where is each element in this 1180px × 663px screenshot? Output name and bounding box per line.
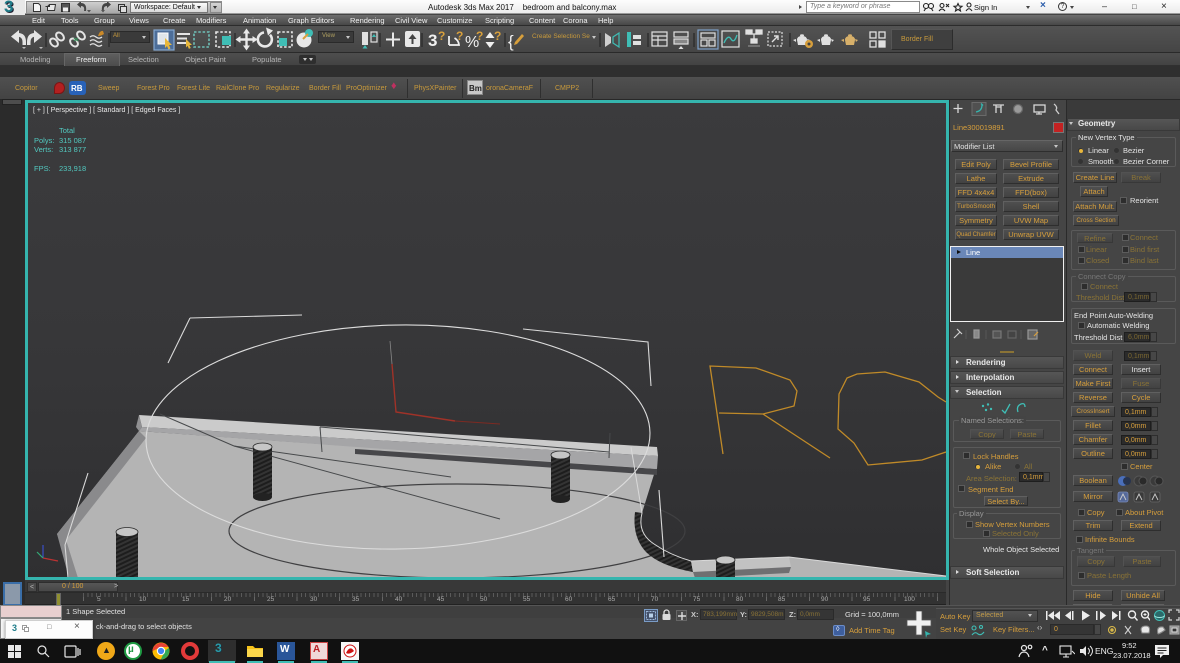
- svg-text:FPS:: FPS:: [34, 164, 51, 173]
- svg-text:{: {: [508, 32, 514, 51]
- svg-text:Total: Total: [59, 126, 75, 135]
- svg-text:?: ?: [438, 29, 445, 43]
- svg-text:315 087: 315 087: [59, 136, 86, 145]
- svg-text:?: ?: [456, 29, 463, 43]
- svg-text:[ + ] [ Perspective ] [ Standa: [ + ] [ Perspective ] [ Standard ] [ Edg…: [33, 107, 180, 114]
- svg-text:Polys:: Polys:: [34, 136, 54, 145]
- svg-text:3: 3: [428, 31, 437, 50]
- svg-text:?: ?: [476, 29, 483, 43]
- svg-text:313 877: 313 877: [59, 145, 86, 154]
- svg-text:Verts:: Verts:: [34, 145, 53, 154]
- svg-text:233,918: 233,918: [59, 164, 86, 173]
- svg-text:?: ?: [494, 29, 501, 43]
